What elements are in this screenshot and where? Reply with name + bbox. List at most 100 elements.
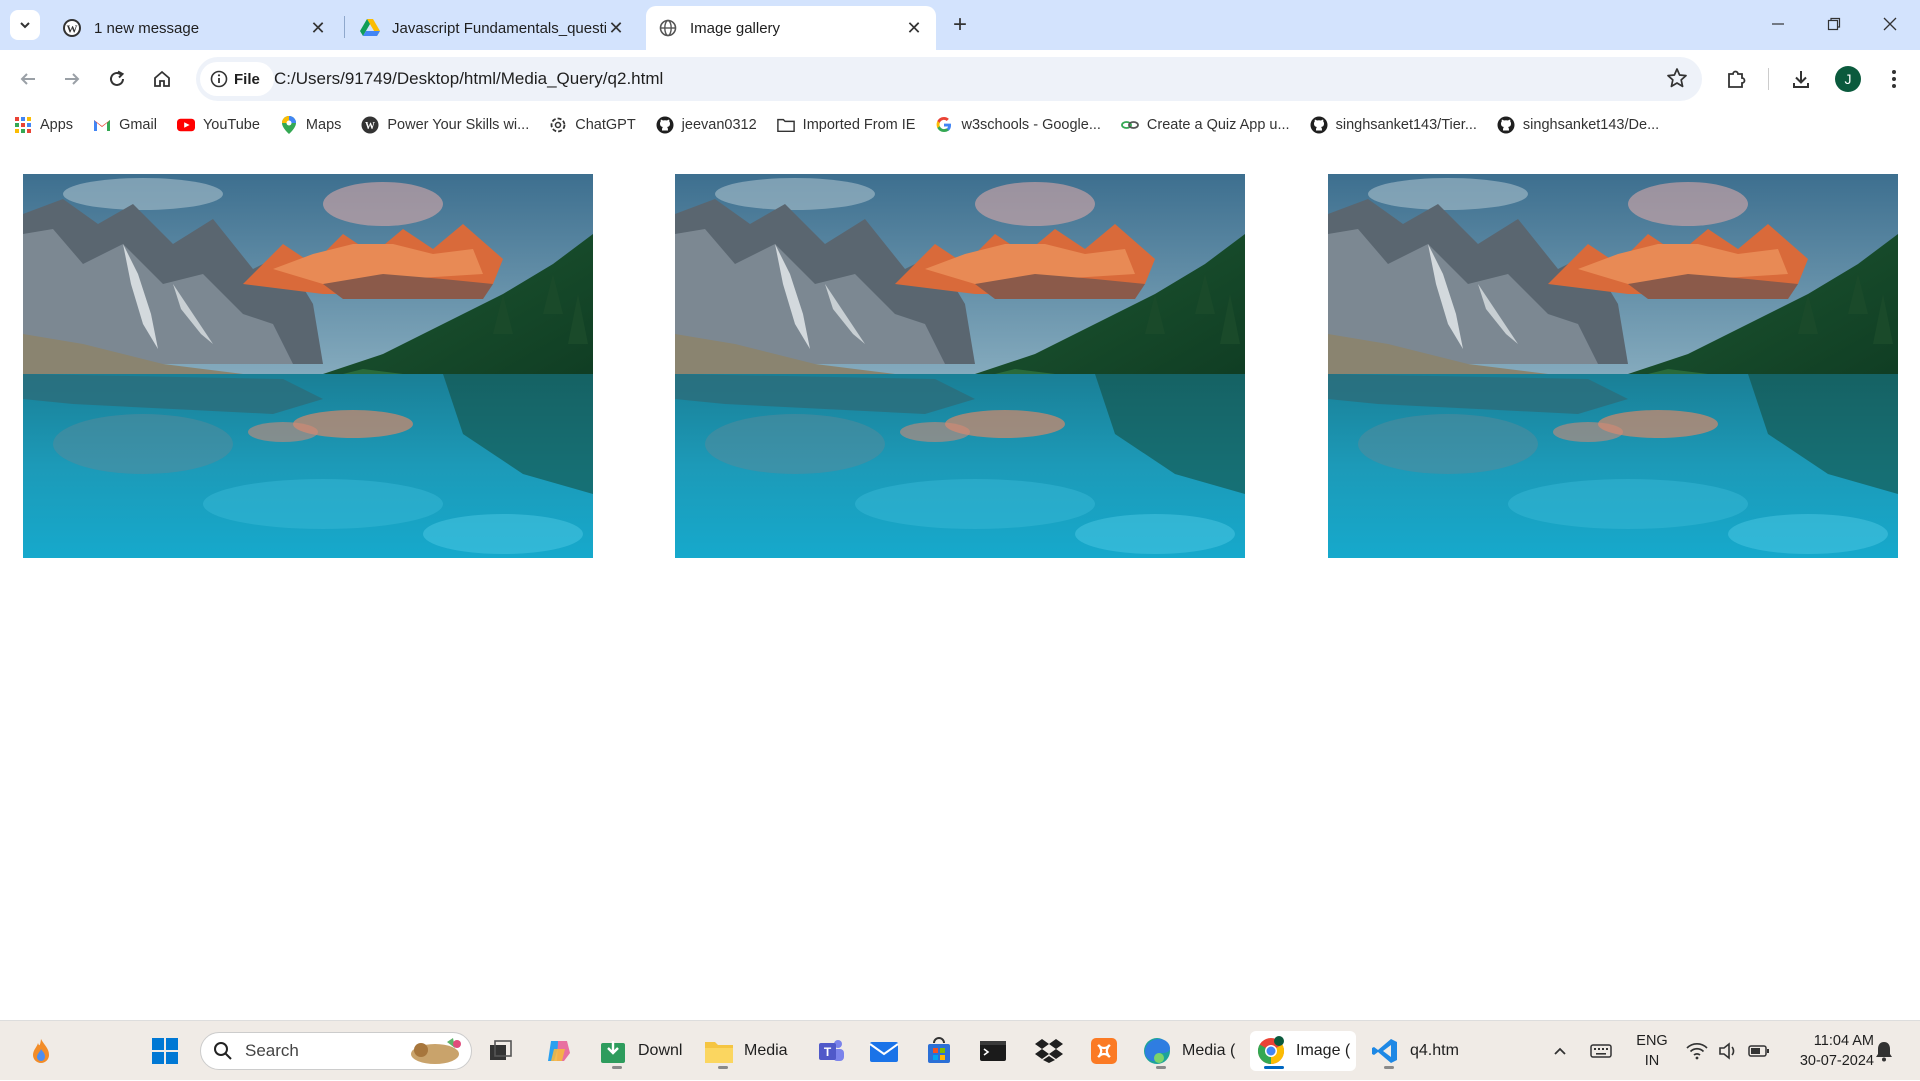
bookmark-singhsanket-de[interactable]: singhsanket143/De...	[1497, 116, 1659, 134]
taskbar-xampp[interactable]	[1089, 1031, 1119, 1071]
taskbar-task-view[interactable]	[486, 1031, 516, 1071]
bookmark-imported-from-ie[interactable]: Imported From IE	[776, 116, 915, 134]
gallery-image	[23, 174, 593, 558]
terminal-icon	[978, 1036, 1008, 1066]
taskbar-teams[interactable]: T	[816, 1031, 846, 1071]
gmail-icon	[93, 116, 111, 134]
reload-icon	[110, 70, 125, 86]
touch-keyboard-button[interactable]	[1590, 1021, 1612, 1081]
system-clock[interactable]: 11:04 AM 30-07-2024	[1784, 1031, 1874, 1071]
bookmark-jeevan0312[interactable]: jeevan0312	[656, 116, 757, 134]
edge-icon	[1142, 1036, 1172, 1066]
apps-grid-icon	[14, 116, 32, 134]
language-code: ENG	[1636, 1033, 1668, 1049]
site-info-label: File	[234, 70, 260, 88]
volume-icon	[1719, 1042, 1735, 1060]
taskbar-mail[interactable]	[869, 1031, 899, 1071]
file-explorer-icon	[704, 1036, 734, 1066]
running-indicator	[612, 1066, 622, 1069]
tab-active-image-gallery[interactable]: Image gallery ✕	[646, 6, 936, 50]
tab-1[interactable]: W 1 new message ✕	[50, 6, 340, 50]
svg-text:W: W	[365, 121, 375, 132]
close-icon[interactable]: ✕	[606, 18, 626, 38]
bookmark-label: YouTube	[202, 117, 260, 133]
landscape-image	[1328, 174, 1898, 558]
bookmark-apps[interactable]: Apps	[14, 116, 73, 134]
svg-text:W: W	[67, 24, 78, 36]
url-text[interactable]: C:/Users/91749/Desktop/html/Media_Query/…	[274, 69, 663, 89]
bookmarks-bar: Apps Gmail YouTube Maps W Power Your Ski…	[0, 108, 1920, 142]
notifications-button[interactable]	[1874, 1021, 1894, 1081]
widgets-button[interactable]	[26, 1031, 56, 1071]
dropbox-icon	[1034, 1036, 1064, 1066]
taskbar-copilot[interactable]	[544, 1031, 574, 1071]
maps-pin-icon	[280, 116, 298, 134]
browser-toolbar: File C:/Users/91749/Desktop/html/Media_Q…	[0, 50, 1920, 108]
tab-2[interactable]: Javascript Fundamentals_questi ✕	[348, 6, 638, 50]
bell-icon	[1876, 1042, 1892, 1062]
extensions-button[interactable]	[1718, 61, 1754, 97]
bookmark-chatgpt[interactable]: ChatGPT	[549, 116, 636, 134]
globe-icon	[658, 18, 678, 38]
bookmark-singhsanket-tier[interactable]: singhsanket143/Tier...	[1310, 116, 1477, 134]
copilot-icon	[544, 1036, 574, 1066]
google-drive-icon	[360, 18, 380, 38]
close-icon[interactable]: ✕	[308, 18, 328, 38]
plus-icon: +	[952, 11, 967, 38]
chevron-down-icon	[20, 22, 30, 29]
arrow-right-icon	[65, 73, 80, 85]
back-button[interactable]	[10, 61, 46, 97]
bookmark-gmail[interactable]: Gmail	[93, 116, 157, 134]
home-button[interactable]	[144, 61, 180, 97]
menu-button[interactable]	[1876, 61, 1912, 97]
close-icon[interactable]: ✕	[904, 18, 924, 38]
new-tab-button[interactable]: +	[944, 11, 976, 39]
bookmark-youtube[interactable]: YouTube	[176, 116, 260, 134]
clock-time: 11:04 AM	[1813, 1033, 1874, 1049]
taskbar-app-downloads[interactable]: Downl	[598, 1031, 682, 1071]
profile-avatar[interactable]: J	[1835, 66, 1861, 92]
minimize-icon	[1772, 23, 1784, 25]
taskbar-terminal[interactable]	[978, 1031, 1008, 1071]
restore-button[interactable]	[1806, 0, 1862, 48]
taskbar-app-image-chrome[interactable]: Image (	[1250, 1031, 1357, 1071]
tray-overflow-button[interactable]	[1552, 1021, 1568, 1081]
bookmark-star-button[interactable]	[1666, 67, 1688, 94]
taskbar-app-label: Media (	[1182, 1042, 1236, 1059]
downloads-icon	[598, 1036, 628, 1066]
forward-button[interactable]	[54, 61, 90, 97]
search-placeholder: Search	[245, 1041, 299, 1060]
active-indicator	[1264, 1066, 1284, 1069]
star-icon	[1667, 68, 1687, 88]
wordpress-icon: W	[62, 18, 82, 38]
search-icon	[214, 1042, 232, 1060]
close-window-button[interactable]	[1862, 0, 1918, 48]
language-region: IN	[1644, 1053, 1660, 1069]
bookmark-maps[interactable]: Maps	[280, 116, 341, 134]
language-indicator[interactable]: ENG IN	[1634, 1031, 1670, 1071]
svg-text:T: T	[824, 1045, 832, 1059]
tab-search-button[interactable]	[10, 10, 40, 40]
taskbar-app-media-edge[interactable]: Media (	[1142, 1031, 1235, 1071]
taskbar-app-media-explorer[interactable]: Media	[704, 1031, 788, 1071]
bookmark-w3schools[interactable]: w3schools - Google...	[935, 116, 1101, 134]
site-info-chip[interactable]: File	[200, 62, 274, 96]
tab-title: Javascript Fundamentals_questi	[392, 19, 606, 37]
downloads-button[interactable]	[1783, 61, 1819, 97]
taskbar-dropbox[interactable]	[1034, 1031, 1064, 1071]
reload-button[interactable]	[99, 61, 135, 97]
bookmark-power-your-skills[interactable]: W Power Your Skills wi...	[361, 116, 529, 134]
tab-strip: W 1 new message ✕ Javascript Fundamental…	[0, 0, 1920, 50]
network-volume-battery[interactable]	[1686, 1021, 1770, 1081]
minimize-button[interactable]	[1750, 0, 1806, 48]
taskbar-search[interactable]: Search	[200, 1032, 472, 1070]
start-button[interactable]	[150, 1031, 180, 1071]
taskbar-store[interactable]	[924, 1031, 954, 1071]
address-bar[interactable]: File C:/Users/91749/Desktop/html/Media_Q…	[196, 57, 1702, 101]
taskbar-app-vscode[interactable]: q4.htm	[1370, 1031, 1459, 1071]
close-icon	[1883, 17, 1897, 31]
bookmark-create-quiz-app[interactable]: Create a Quiz App u...	[1121, 116, 1290, 134]
chevron-up-icon	[1554, 1047, 1566, 1055]
taskbar-app-label: Downl	[638, 1042, 683, 1059]
vscode-icon	[1370, 1036, 1400, 1066]
